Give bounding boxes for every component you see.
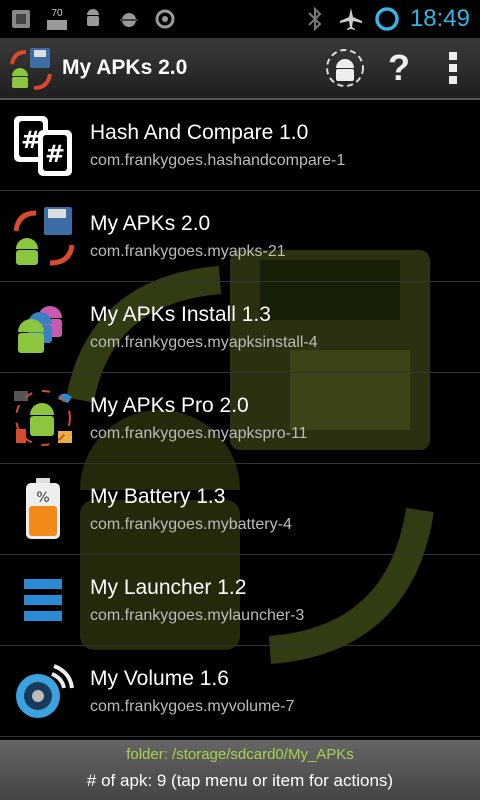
apks-install-icon <box>8 292 78 362</box>
list-item-text: My APKs Install 1.3 com.frankygoes.myapks… <box>90 302 318 352</box>
list-item-text: My Launcher 1.2 com.frankygoes.mylauncher… <box>90 575 304 625</box>
package-name: com.frankygoes.mylauncher-3 <box>90 607 305 624</box>
package-name: com.frankygoes.hashandcompare-1 <box>90 152 346 169</box>
folder-path: folder: /storage/sdcard0/My_APKs <box>126 746 354 763</box>
volume-icon <box>8 656 78 726</box>
app-logo-icon[interactable] <box>6 44 54 92</box>
package-name: com.frankygoes.myapks-21 <box>90 243 286 260</box>
apk-count: # of apk: 9 (tap menu or item for action… <box>86 771 394 790</box>
list-item[interactable]: My Launcher 1.2 com.frankygoes.mylauncher… <box>0 555 480 646</box>
svg-text:%: % <box>36 490 49 506</box>
overflow-menu-icon <box>449 52 457 84</box>
list-item[interactable]: My APKs Install 1.3 com.frankygoes.myapks… <box>0 282 480 373</box>
app-name: My APKs 2.0 <box>90 212 211 235</box>
apk-manager-button[interactable] <box>318 41 372 95</box>
help-icon: ? <box>388 47 410 88</box>
list-item[interactable]: % My Battery 1.3 com.frankygoes.mybattery-… <box>0 464 480 555</box>
airplane-mode-icon <box>338 6 364 32</box>
package-name: com.frankygoes.mybattery-4 <box>90 516 292 533</box>
status-bar: 70 18:49 <box>0 0 480 38</box>
android-icon <box>80 6 106 32</box>
app-name: My APKs Install 1.3 <box>90 303 271 326</box>
list-item[interactable]: My APKs Pro 2.0 com.frankygoes.myapkspro-… <box>0 373 480 464</box>
svg-text:#: # <box>45 140 65 168</box>
notification-badge: 70 <box>51 7 63 19</box>
apks-pro-icon <box>8 383 78 453</box>
app-name: Hash And Compare 1.0 <box>90 121 309 144</box>
overflow-menu-button[interactable] <box>426 41 480 95</box>
list-item[interactable]: My APKs 2.0 com.frankygoes.myapks-21 <box>0 191 480 282</box>
app-name: My Launcher 1.2 <box>90 576 247 599</box>
bluetooth-icon <box>302 6 328 32</box>
list-item-text: My APKs 2.0 com.frankygoes.myapks-21 <box>90 211 286 261</box>
apk-list-area[interactable]: # # Hash And Compare 1.0 com.frankygoes.has… <box>0 100 480 740</box>
action-bar: My APKs 2.0 ? <box>0 38 480 100</box>
app-name: My APKs Pro 2.0 <box>90 394 249 417</box>
clock: 18:49 <box>409 5 470 32</box>
package-name: com.frankygoes.myapkspro-11 <box>90 425 308 442</box>
package-name: com.frankygoes.myvolume-7 <box>90 698 295 715</box>
footer: folder: /storage/sdcard0/My_APKs # of ap… <box>0 740 480 800</box>
list-item-text: My Volume 1.6 com.frankygoes.myvolume-7 <box>90 666 295 716</box>
battery-ring-icon <box>374 6 400 32</box>
apk-manager-icon <box>326 49 364 87</box>
memory-icon: 70 <box>44 6 70 32</box>
list-item-text: Hash And Compare 1.0 com.frankygoes.hasha… <box>90 120 345 170</box>
list-item-text: My Battery 1.3 com.frankygoes.mybattery-4 <box>90 484 292 534</box>
sync-icon <box>152 6 178 32</box>
app-name: My Battery 1.3 <box>90 485 226 508</box>
my-apks-icon <box>8 201 78 271</box>
usb-debug-icon <box>8 6 34 32</box>
battery-icon: % <box>8 474 78 544</box>
list-item[interactable]: # # Hash And Compare 1.0 com.frankygoes.has… <box>0 100 480 191</box>
help-button[interactable]: ? <box>372 41 426 95</box>
package-name: com.frankygoes.myapksinstall-4 <box>90 334 318 351</box>
list-item-text: My APKs Pro 2.0 com.frankygoes.myapkspro-… <box>90 393 308 443</box>
app-title: My APKs 2.0 <box>62 56 188 79</box>
hash-compare-icon: # # <box>8 110 78 180</box>
android-bug-icon <box>116 6 142 32</box>
launcher-icon <box>8 565 78 635</box>
apk-list: # # Hash And Compare 1.0 com.frankygoes.has… <box>0 100 480 737</box>
app-name: My Volume 1.6 <box>90 667 229 690</box>
list-item[interactable]: My Volume 1.6 com.frankygoes.myvolume-7 <box>0 646 480 737</box>
